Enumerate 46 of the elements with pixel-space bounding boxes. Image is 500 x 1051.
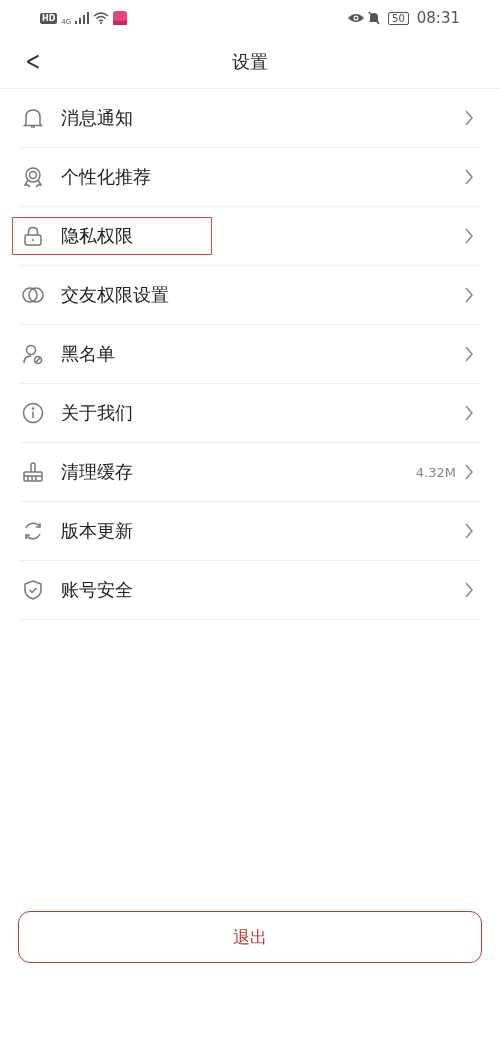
settings-item[interactable]: 交友权限设置 — [20, 266, 480, 325]
item-label: 清理缓存 — [61, 460, 133, 484]
broom-icon — [21, 460, 45, 484]
item-label: 隐私权限 — [61, 224, 133, 248]
chevron-icon — [464, 346, 474, 362]
bell-icon — [21, 106, 45, 130]
chevron-icon — [464, 582, 474, 598]
battery-indicator: 50 — [388, 11, 409, 25]
status-time: 08:31 — [416, 9, 460, 27]
item-label: 交友权限设置 — [61, 283, 169, 307]
wifi-icon — [93, 12, 110, 24]
user-icon — [21, 342, 45, 366]
settings-item[interactable]: 关于我们 — [20, 384, 480, 443]
page-title: 设置 — [232, 50, 268, 74]
chevron-icon — [464, 169, 474, 185]
hd-badge: HD — [40, 12, 58, 24]
chevron-icon — [464, 228, 474, 244]
item-label: 黑名单 — [61, 342, 115, 366]
chevron-icon — [464, 110, 474, 126]
chevron-icon — [464, 523, 474, 539]
info-icon — [21, 401, 45, 425]
settings-item[interactable]: 黑名单 — [20, 325, 480, 384]
settings-item[interactable]: 版本更新 — [20, 502, 480, 561]
chevron-icon — [464, 464, 474, 480]
signal-icon — [75, 12, 90, 24]
settings-item[interactable]: 账号安全 — [20, 561, 480, 620]
item-label: 账号安全 — [61, 578, 133, 602]
item-label: 版本更新 — [61, 519, 133, 543]
settings-item[interactable]: 隐私权限 — [20, 207, 480, 266]
muted-bell-icon — [368, 11, 381, 25]
chevron-icon — [464, 287, 474, 303]
chevron-icon — [464, 405, 474, 421]
settings-item[interactable]: 消息通知 — [20, 89, 480, 148]
settings-item[interactable]: 清理缓存 4.32M — [20, 443, 480, 502]
shield-icon — [21, 578, 45, 602]
back-button[interactable]: < — [22, 46, 44, 76]
item-label: 消息通知 — [61, 106, 133, 130]
settings-item[interactable]: 个性化推荐 — [20, 148, 480, 207]
item-label: 关于我们 — [61, 401, 133, 425]
item-label: 个性化推荐 — [61, 165, 151, 189]
eye-icon — [348, 13, 365, 23]
logout-button[interactable]: 退出 — [18, 911, 482, 963]
lock-icon — [21, 224, 45, 248]
app-icon — [113, 11, 128, 25]
medal-icon — [21, 165, 45, 189]
cache-size: 4.32M — [415, 464, 456, 480]
